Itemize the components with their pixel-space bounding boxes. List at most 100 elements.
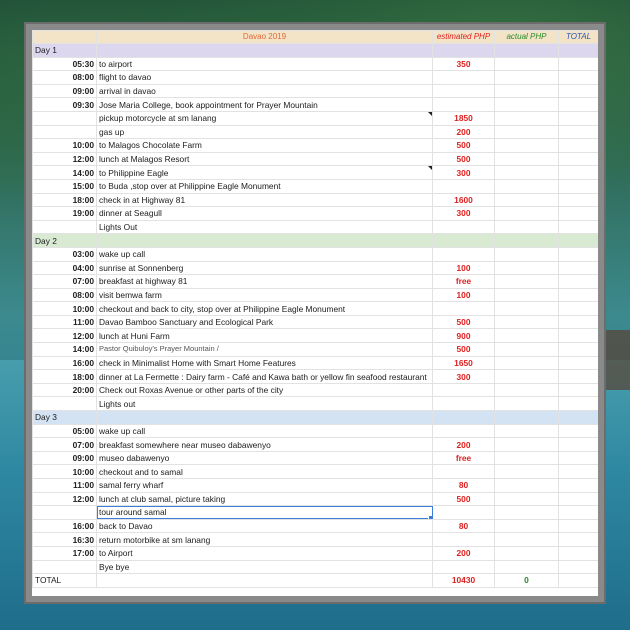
actual-cell[interactable] bbox=[494, 545, 559, 561]
activity-cell[interactable]: flight to davao bbox=[96, 70, 433, 85]
estimate-cell[interactable]: 80 bbox=[432, 518, 495, 534]
actual-cell[interactable] bbox=[494, 260, 559, 276]
estimate-cell[interactable] bbox=[432, 559, 495, 575]
day-header-cell[interactable] bbox=[96, 410, 433, 425]
total-cell[interactable] bbox=[558, 505, 598, 520]
activity-cell[interactable]: museo dabawenyo bbox=[96, 450, 433, 466]
time-cell[interactable]: 14:00 bbox=[32, 165, 97, 180]
time-cell[interactable]: 03:00 bbox=[32, 246, 97, 262]
actual-cell[interactable] bbox=[494, 70, 559, 85]
actual-cell[interactable] bbox=[494, 464, 559, 479]
activity-cell[interactable]: wake up call bbox=[96, 246, 433, 262]
estimate-cell[interactable]: 500 bbox=[432, 138, 495, 153]
estimate-cell[interactable]: 100 bbox=[432, 260, 495, 276]
total-label[interactable]: TOTAL bbox=[32, 573, 97, 588]
estimate-cell[interactable] bbox=[432, 464, 495, 479]
activity-cell[interactable]: Davao Bamboo Sanctuary and Ecological Pa… bbox=[96, 314, 433, 330]
actual-cell[interactable] bbox=[494, 124, 559, 140]
activity-cell[interactable]: tour around samal bbox=[96, 505, 433, 520]
total-actual[interactable]: 0 bbox=[494, 573, 559, 588]
day-header-cell[interactable] bbox=[558, 233, 598, 248]
actual-cell[interactable] bbox=[494, 301, 559, 316]
estimate-cell[interactable] bbox=[432, 505, 495, 520]
actual-cell[interactable] bbox=[494, 328, 559, 344]
estimate-cell[interactable]: 80 bbox=[432, 478, 495, 493]
time-cell[interactable]: 05:30 bbox=[32, 56, 97, 72]
actual-cell[interactable] bbox=[494, 423, 559, 439]
activity-cell[interactable]: checkout and back to city, stop over at … bbox=[96, 301, 433, 316]
actual-cell[interactable] bbox=[494, 97, 559, 112]
total-header[interactable]: TOTAL bbox=[558, 30, 598, 44]
actual-cell[interactable] bbox=[494, 314, 559, 330]
time-cell[interactable]: 12:00 bbox=[32, 151, 97, 167]
total-cell[interactable] bbox=[558, 532, 598, 547]
estimate-cell[interactable] bbox=[432, 532, 495, 547]
estimate-cell[interactable] bbox=[432, 301, 495, 316]
total-cell[interactable] bbox=[558, 70, 598, 85]
total-cell[interactable] bbox=[558, 165, 598, 180]
actual-cell[interactable] bbox=[494, 437, 559, 452]
actual-cell[interactable] bbox=[494, 478, 559, 493]
actual-cell[interactable] bbox=[494, 355, 559, 371]
total-cell[interactable] bbox=[558, 219, 598, 235]
actual-cell[interactable] bbox=[494, 138, 559, 153]
activity-cell[interactable]: to Airport bbox=[96, 545, 433, 561]
actual-cell[interactable] bbox=[494, 219, 559, 235]
actual-cell[interactable] bbox=[494, 450, 559, 466]
time-cell[interactable]: 09:00 bbox=[32, 83, 97, 99]
total-cell[interactable] bbox=[558, 274, 598, 289]
activity-cell[interactable]: to Malagos Chocolate Farm bbox=[96, 138, 433, 153]
actual-cell[interactable] bbox=[494, 110, 559, 126]
total-cell[interactable] bbox=[558, 246, 598, 262]
day-header-cell[interactable] bbox=[432, 410, 495, 425]
total-cell[interactable] bbox=[558, 464, 598, 479]
activity-cell[interactable]: breakfast at highway 81 bbox=[96, 274, 433, 289]
time-cell[interactable]: 05:00 bbox=[32, 423, 97, 439]
actual-cell[interactable] bbox=[494, 491, 559, 507]
time-cell[interactable]: 15:00 bbox=[32, 178, 97, 194]
total-cell[interactable] bbox=[558, 301, 598, 316]
estimate-cell[interactable]: 300 bbox=[432, 206, 495, 221]
day-header-cell[interactable] bbox=[558, 410, 598, 425]
time-cell[interactable]: 16:00 bbox=[32, 355, 97, 371]
total-cell[interactable] bbox=[558, 97, 598, 112]
total-cell[interactable] bbox=[558, 178, 598, 194]
estimate-cell[interactable]: 1600 bbox=[432, 192, 495, 208]
total-blank[interactable] bbox=[96, 573, 433, 588]
total-cell[interactable] bbox=[558, 206, 598, 221]
estimate-cell[interactable] bbox=[432, 97, 495, 112]
day-header-cell[interactable] bbox=[494, 43, 559, 58]
total-cell[interactable] bbox=[558, 491, 598, 507]
activity-cell[interactable]: lunch at Malagos Resort bbox=[96, 151, 433, 167]
total-cell[interactable] bbox=[558, 355, 598, 371]
activity-cell[interactable]: to Philippine Eagle bbox=[96, 165, 433, 180]
estimate-cell[interactable]: 300 bbox=[432, 165, 495, 180]
estimate-cell[interactable]: 500 bbox=[432, 314, 495, 330]
actual-cell[interactable] bbox=[494, 151, 559, 167]
time-cell[interactable]: 10:00 bbox=[32, 301, 97, 316]
header-cell-blank[interactable] bbox=[32, 30, 97, 44]
estimate-cell[interactable] bbox=[432, 396, 495, 412]
time-cell[interactable]: 04:00 bbox=[32, 260, 97, 276]
activity-cell[interactable]: arrival in davao bbox=[96, 83, 433, 99]
estimate-cell[interactable] bbox=[432, 178, 495, 194]
activity-cell[interactable]: back to Davao bbox=[96, 518, 433, 534]
actual-cell[interactable] bbox=[494, 532, 559, 547]
time-cell[interactable]: 08:00 bbox=[32, 70, 97, 85]
time-cell[interactable]: 17:00 bbox=[32, 545, 97, 561]
time-cell[interactable]: 11:00 bbox=[32, 314, 97, 330]
activity-cell[interactable]: to Buda ,stop over at Philippine Eagle M… bbox=[96, 178, 433, 194]
actual-cell[interactable] bbox=[494, 518, 559, 534]
estimate-cell[interactable]: free bbox=[432, 450, 495, 466]
activity-cell[interactable]: dinner at Seagull bbox=[96, 206, 433, 221]
estimate-cell[interactable] bbox=[432, 423, 495, 439]
total-cell[interactable] bbox=[558, 124, 598, 140]
estimated-php-header[interactable]: estimated PHP bbox=[432, 30, 495, 44]
actual-cell[interactable] bbox=[494, 287, 559, 303]
time-cell[interactable]: 16:30 bbox=[32, 532, 97, 547]
activity-cell[interactable]: check in Minimalist Home with Smart Home… bbox=[96, 355, 433, 371]
total-cell[interactable] bbox=[558, 192, 598, 208]
actual-cell[interactable] bbox=[494, 382, 559, 398]
estimate-cell[interactable] bbox=[432, 219, 495, 235]
time-cell[interactable] bbox=[32, 396, 97, 412]
